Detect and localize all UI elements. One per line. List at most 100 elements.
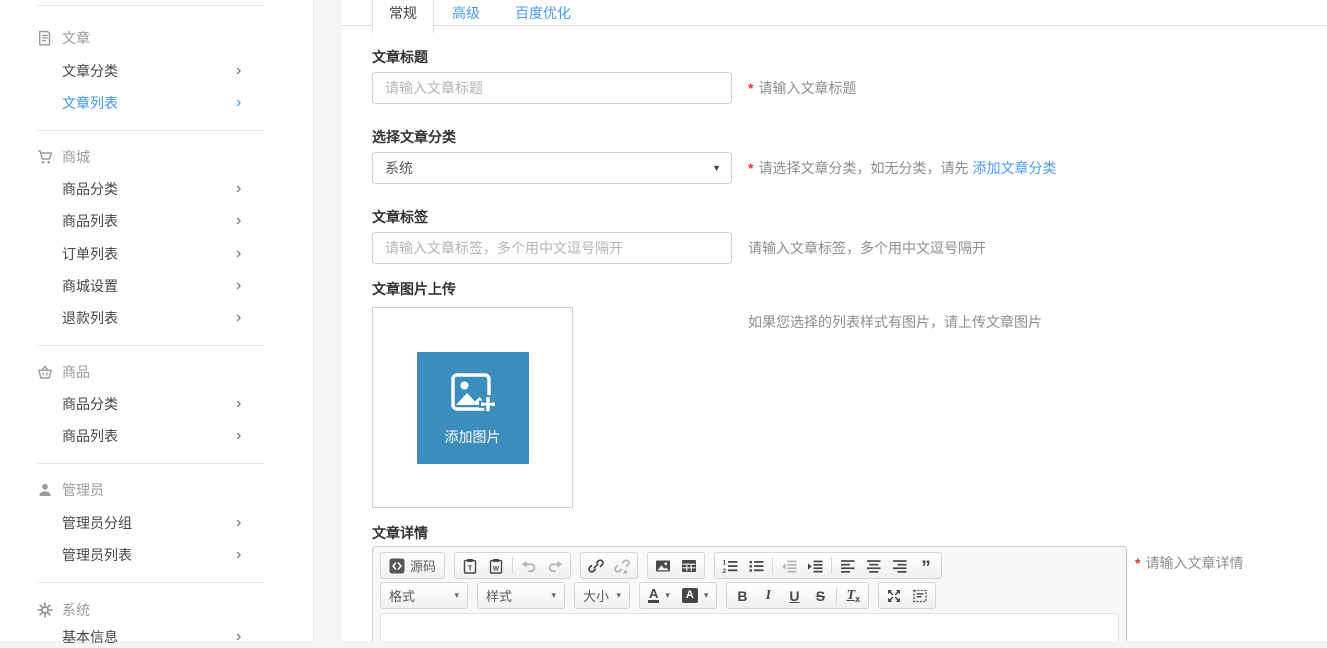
size-dropdown[interactable]: 大小 ▾ [574, 582, 630, 609]
background-color-button[interactable]: A ▾ [676, 584, 714, 607]
sidebar-item-product-list[interactable]: 商品列表 › [62, 425, 252, 447]
tab-general[interactable]: 常规 [372, 0, 434, 33]
hint-text: 请输入文章详情 [1145, 553, 1243, 573]
sidebar-section-label: 系统 [62, 599, 90, 621]
basket-icon [37, 364, 53, 380]
unordered-list-button[interactable] [743, 554, 769, 577]
chevron-right-icon: › [236, 307, 241, 328]
align-left-button[interactable] [835, 554, 861, 577]
sidebar-item-goods-category[interactable]: 商品分类 › [62, 178, 252, 200]
format-dropdown[interactable]: 格式 ▾ [380, 582, 468, 609]
chevron-right-icon: › [236, 512, 241, 533]
toolbar-group-basicstyles: B I U S Tx [726, 582, 869, 609]
article-detail-hint: * 请输入文章详情 [1135, 553, 1243, 573]
align-center-icon [866, 558, 882, 574]
ordered-list-button[interactable]: 12 [717, 554, 743, 577]
add-image-button[interactable]: 添加图片 [417, 352, 529, 464]
ordered-list-icon: 12 [722, 558, 738, 574]
show-blocks-button[interactable] [907, 584, 933, 607]
source-button-label: 源码 [410, 556, 436, 575]
editor-content-area[interactable] [380, 613, 1119, 641]
article-tags-input[interactable] [372, 232, 732, 264]
sidebar-item-label: 商品列表 [62, 428, 118, 444]
redo-button[interactable] [542, 554, 568, 577]
sidebar-item-label: 基本信息 [62, 629, 118, 645]
article-category-label: 选择文章分类 [372, 127, 732, 147]
sidebar-section-product: 商品 [37, 361, 90, 383]
align-right-button[interactable] [887, 554, 913, 577]
remove-format-button[interactable]: Tx [840, 584, 866, 607]
sidebar-divider [37, 130, 265, 131]
chevron-right-icon: › [236, 544, 241, 565]
article-image-label: 文章图片上传 [372, 279, 573, 299]
sidebar-item-label: 商品分类 [62, 396, 118, 412]
tab-baidu-seo[interactable]: 百度优化 [499, 0, 587, 28]
toolbar-separator [512, 557, 513, 574]
svg-text:T: T [468, 563, 473, 572]
source-button[interactable]: 源码 [383, 554, 442, 577]
sidebar-item-label: 商品列表 [62, 213, 118, 229]
add-image-icon [447, 368, 499, 420]
article-title-input[interactable] [372, 72, 732, 104]
add-category-link[interactable]: 添加文章分类 [972, 158, 1056, 178]
sidebar-divider [37, 345, 265, 346]
sidebar-item-article-list[interactable]: 文章列表 › [62, 92, 252, 114]
sidebar-item-article-category[interactable]: 文章分类 › [62, 60, 252, 82]
indent-button[interactable] [802, 554, 828, 577]
sidebar-item-label: 退款列表 [62, 310, 118, 326]
paste-from-word-button[interactable]: W [483, 554, 509, 577]
caret-down-icon: ▾ [616, 590, 621, 601]
chevron-right-icon: › [236, 92, 241, 113]
unlink-button[interactable] [609, 554, 635, 577]
category-select[interactable]: 系统 ▼ [372, 152, 732, 184]
underline-button[interactable]: U [781, 584, 807, 607]
toolbar-group-insert [647, 552, 705, 579]
sidebar-item-label: 商城设置 [62, 278, 118, 294]
text-color-button[interactable]: A ▾ [642, 584, 676, 607]
outdent-button[interactable] [776, 554, 802, 577]
blockquote-button[interactable]: ” [913, 554, 939, 577]
sidebar-item-admin-group[interactable]: 管理员分组 › [62, 512, 252, 534]
sidebar: 文章 文章分类 › 文章列表 › 商城 商品分类 › 商品列表 › 订单列表 › [0, 0, 314, 641]
chevron-right-icon: › [236, 60, 241, 81]
tab-advanced[interactable]: 高级 [437, 0, 495, 28]
sidebar-section-label: 管理员 [62, 479, 104, 501]
toolbar-group-paragraph: 12 [714, 552, 942, 579]
maximize-button[interactable] [881, 584, 907, 607]
sidebar-item-refund-list[interactable]: 退款列表 › [62, 307, 252, 329]
sidebar-section-label: 商城 [62, 146, 90, 168]
table-button[interactable] [676, 554, 702, 577]
paste-as-text-button[interactable]: T [457, 554, 483, 577]
hint-text: 如果您选择的列表样式有图片，请上传文章图片 [748, 312, 1042, 332]
undo-icon [521, 558, 537, 574]
undo-button[interactable] [516, 554, 542, 577]
strikethrough-button[interactable]: S [807, 584, 833, 607]
hint-text: 请选择文章分类，如无分类，请先 [758, 158, 968, 178]
field-article-tags: 文章标签 请输入文章标签，多个用中文逗号隔开 [372, 207, 732, 264]
sidebar-item-product-category[interactable]: 商品分类 › [62, 393, 252, 415]
sidebar-item-order-list[interactable]: 订单列表 › [62, 243, 252, 265]
image-upload-dropzone[interactable]: 添加图片 [372, 307, 573, 508]
main-panel: 常规 高级 百度优化 文章标题 * 请输入文章标题 选择文章分类 系统 ▼ * … [341, 0, 1327, 641]
link-button[interactable] [583, 554, 609, 577]
style-dropdown[interactable]: 样式 ▾ [477, 582, 565, 609]
caret-down-icon: ▾ [454, 590, 459, 601]
sidebar-item-basic-info[interactable]: 基本信息 › [62, 626, 252, 648]
bold-button[interactable]: B [729, 584, 755, 607]
chevron-right-icon: › [236, 626, 241, 647]
gear-icon [37, 602, 53, 618]
show-blocks-icon [912, 588, 928, 604]
sidebar-item-goods-list[interactable]: 商品列表 › [62, 210, 252, 232]
align-center-button[interactable] [861, 554, 887, 577]
italic-button[interactable]: I [755, 584, 781, 607]
sidebar-item-admin-list[interactable]: 管理员列表 › [62, 544, 252, 566]
file-text-icon [37, 30, 53, 46]
image-button[interactable] [650, 554, 676, 577]
article-category-hint: * 请选择文章分类，如无分类，请先 添加文章分类 [748, 152, 1056, 184]
align-right-icon [892, 558, 908, 574]
toolbar-group-links [580, 552, 638, 579]
sidebar-item-mall-settings[interactable]: 商城设置 › [62, 275, 252, 297]
sidebar-item-label: 文章分类 [62, 63, 118, 79]
cart-icon [37, 149, 53, 165]
unordered-list-icon [748, 558, 764, 574]
